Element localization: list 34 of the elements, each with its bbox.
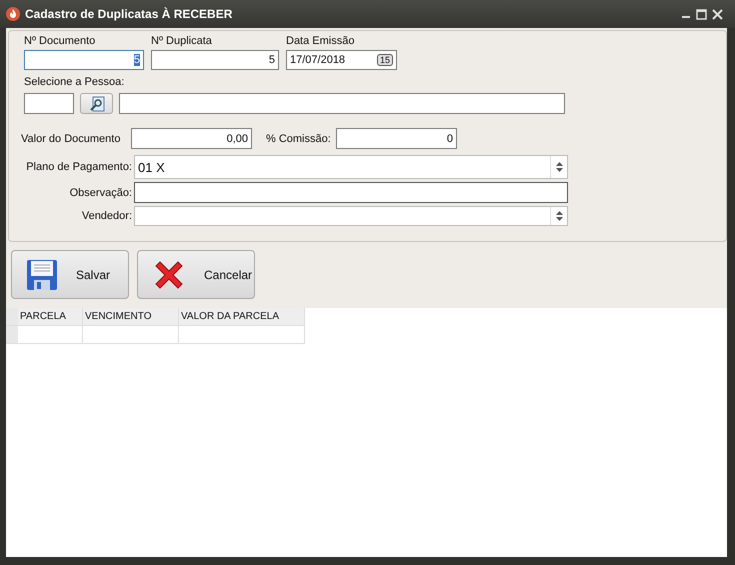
search-icon bbox=[88, 96, 104, 112]
field-label: Selecione a Pessoa: bbox=[24, 76, 126, 88]
input-field[interactable]: 0 bbox=[336, 128, 457, 149]
field-label: Observação: bbox=[68, 186, 132, 198]
select-field[interactable]: 01 X bbox=[134, 155, 568, 179]
field-label: Plano de Pagamento: bbox=[25, 161, 132, 173]
save-button[interactable]: Salvar bbox=[11, 250, 129, 299]
spinner-icon[interactable] bbox=[556, 211, 562, 221]
cancel-button[interactable]: Cancelar bbox=[137, 250, 255, 299]
table-cell bbox=[18, 326, 83, 344]
field-label: Valor do Documento bbox=[21, 132, 122, 144]
field-label: Data Emissão bbox=[286, 35, 356, 47]
input-field[interactable] bbox=[24, 93, 74, 114]
input-field[interactable] bbox=[119, 93, 565, 114]
date-field[interactable]: 17/07/2018 15 bbox=[286, 50, 397, 70]
field-label: % Comissão: bbox=[266, 132, 332, 144]
column-header[interactable]: VENCIMENTO bbox=[83, 308, 179, 326]
calendar-button[interactable]: 15 bbox=[376, 54, 393, 66]
spinner-icon[interactable] bbox=[556, 162, 562, 172]
maximize-icon[interactable] bbox=[696, 8, 707, 20]
input-field[interactable]: 5 bbox=[151, 50, 279, 70]
input-field[interactable] bbox=[134, 182, 568, 203]
input-field[interactable]: 0,00 bbox=[131, 128, 252, 149]
column-header[interactable]: PARCELA bbox=[18, 308, 83, 326]
input-field[interactable]: 5 bbox=[24, 50, 144, 70]
select-field[interactable] bbox=[134, 206, 568, 226]
close-icon[interactable] bbox=[712, 8, 723, 20]
search-button[interactable] bbox=[80, 93, 113, 114]
column-header[interactable]: VALOR DA PARCELA bbox=[179, 308, 305, 326]
field-label: Nº Documento bbox=[24, 35, 96, 47]
flame-icon bbox=[6, 7, 20, 21]
window-title: Cadastro de Duplicatas À RECEBER bbox=[25, 7, 234, 21]
field-label: Nº Duplicata bbox=[151, 35, 213, 47]
field-label: Vendedor: bbox=[80, 210, 132, 222]
